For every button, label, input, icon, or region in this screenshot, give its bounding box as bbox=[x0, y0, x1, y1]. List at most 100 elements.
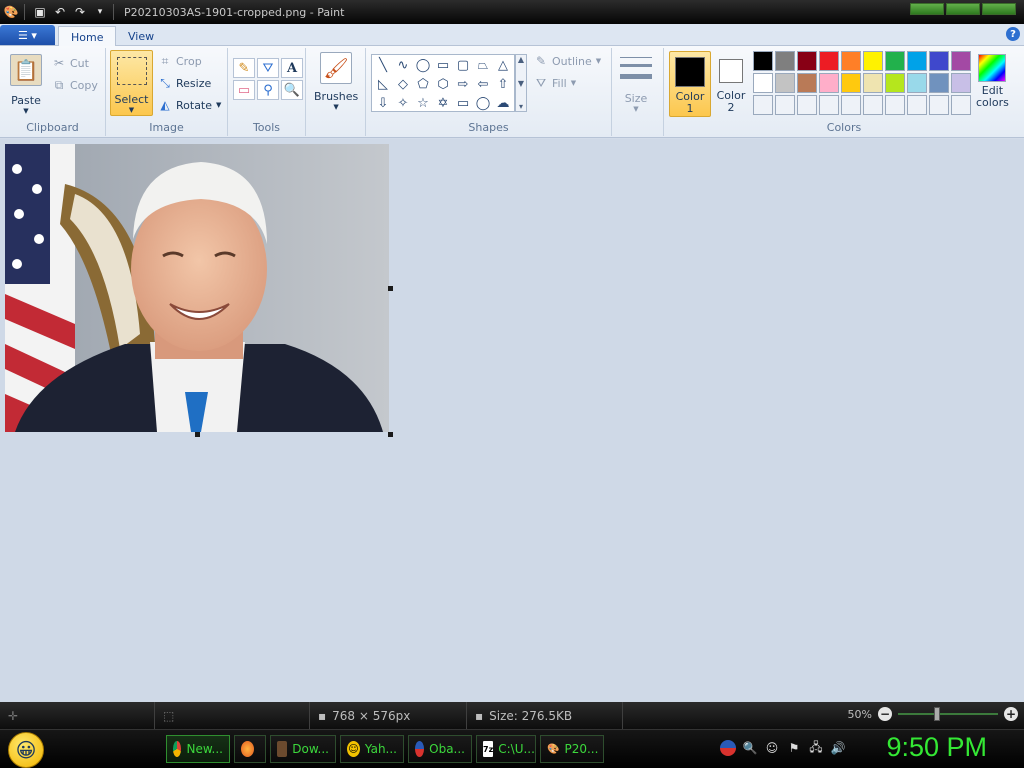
palette-empty-swatch[interactable] bbox=[951, 95, 971, 115]
palette-color-swatch[interactable] bbox=[797, 73, 817, 93]
resize-handle-corner[interactable] bbox=[388, 432, 393, 437]
copy-button[interactable]: ⧉ Copy bbox=[52, 78, 98, 92]
taskbar-item-yahoo[interactable]: ☺ Yah... bbox=[340, 735, 404, 763]
pencil-icon[interactable]: ✎ bbox=[233, 58, 255, 78]
palette-color-swatch[interactable] bbox=[819, 73, 839, 93]
maximize-button[interactable] bbox=[946, 3, 980, 15]
shapes-scrollbar[interactable]: ▲ ▼ ▾ bbox=[515, 54, 527, 112]
taskbar-item-firefox[interactable] bbox=[234, 735, 266, 763]
up-arrow-shape-icon[interactable]: ⇧ bbox=[493, 75, 513, 94]
size-button[interactable]: Size ▼ bbox=[620, 54, 652, 113]
color-picker-icon[interactable]: ⚲ bbox=[257, 80, 279, 100]
palette-empty-swatch[interactable] bbox=[753, 95, 773, 115]
crop-button[interactable]: ⌗ Crop bbox=[158, 54, 202, 68]
customize-quick-access-icon[interactable]: ▾ bbox=[91, 3, 109, 21]
taskbar-item-7zip[interactable]: 7z C:\U... bbox=[476, 735, 536, 763]
obama-tray-icon[interactable] bbox=[720, 740, 736, 756]
palette-empty-swatch[interactable] bbox=[863, 95, 883, 115]
magnifier-icon[interactable]: 🔍 bbox=[281, 80, 303, 100]
fill-button[interactable]: ⛛ Fill ▼ bbox=[534, 76, 576, 90]
tab-home[interactable]: Home bbox=[58, 26, 117, 47]
fill-bucket-icon[interactable]: ⛛ bbox=[257, 58, 279, 78]
clock[interactable]: 9:50 PM bbox=[886, 732, 987, 763]
palette-color-swatch[interactable] bbox=[907, 73, 927, 93]
cut-button[interactable]: ✂ Cut bbox=[52, 56, 89, 70]
palette-color-swatch[interactable] bbox=[951, 73, 971, 93]
canvas-image[interactable] bbox=[5, 144, 389, 432]
resize-handle-bottom[interactable] bbox=[195, 432, 200, 437]
zoom-out-button[interactable]: − bbox=[878, 707, 892, 721]
palette-color-swatch[interactable] bbox=[929, 51, 949, 71]
triangle-shape-icon[interactable]: △ bbox=[493, 56, 513, 75]
rectangle-shape-icon[interactable]: ▭ bbox=[433, 56, 453, 75]
rounded-callout-shape-icon[interactable]: ▭ bbox=[453, 94, 473, 113]
palette-empty-swatch[interactable] bbox=[797, 95, 817, 115]
palette-empty-swatch[interactable] bbox=[819, 95, 839, 115]
right-triangle-shape-icon[interactable]: ◺ bbox=[373, 75, 393, 94]
palette-color-swatch[interactable] bbox=[841, 73, 861, 93]
oval-shape-icon[interactable]: ◯ bbox=[413, 56, 433, 75]
color2-button[interactable]: Color 2 bbox=[713, 51, 749, 117]
minimize-button[interactable] bbox=[910, 3, 944, 15]
palette-color-swatch[interactable] bbox=[753, 73, 773, 93]
taskbar-item-chrome[interactable]: New... bbox=[166, 735, 230, 763]
brushes-button[interactable]: 🖌 Brushes ▼ bbox=[314, 52, 358, 111]
line-shape-icon[interactable]: ╲ bbox=[373, 56, 393, 75]
palette-color-swatch[interactable] bbox=[775, 51, 795, 71]
pentagon-shape-icon[interactable]: ⬠ bbox=[413, 75, 433, 94]
palette-color-swatch[interactable] bbox=[775, 73, 795, 93]
resize-button[interactable]: ⤡ Resize bbox=[158, 76, 211, 90]
palette-empty-swatch[interactable] bbox=[929, 95, 949, 115]
palette-color-swatch[interactable] bbox=[841, 51, 861, 71]
cloud-callout-shape-icon[interactable]: ☁ bbox=[493, 94, 513, 113]
resize-handle-right[interactable] bbox=[388, 286, 393, 291]
rounded-rectangle-shape-icon[interactable]: ▢ bbox=[453, 56, 473, 75]
palette-color-swatch[interactable] bbox=[863, 73, 883, 93]
palette-empty-swatch[interactable] bbox=[885, 95, 905, 115]
six-point-star-shape-icon[interactable]: ✡ bbox=[433, 94, 453, 113]
down-arrow-shape-icon[interactable]: ⇩ bbox=[373, 94, 393, 113]
palette-color-swatch[interactable] bbox=[885, 73, 905, 93]
undo-icon[interactable]: ↶ bbox=[51, 3, 69, 21]
start-button[interactable]: 😀 bbox=[8, 732, 44, 768]
palette-empty-swatch[interactable] bbox=[775, 95, 795, 115]
volume-icon[interactable]: 🔊 bbox=[830, 740, 846, 756]
close-button[interactable] bbox=[982, 3, 1016, 15]
rotate-button[interactable]: ◭ Rotate ▼ bbox=[158, 98, 221, 112]
palette-empty-swatch[interactable] bbox=[907, 95, 927, 115]
save-icon[interactable]: ▣ bbox=[31, 3, 49, 21]
taskbar-item-downloads[interactable]: Dow... bbox=[270, 735, 336, 763]
help-icon[interactable]: ? bbox=[1006, 27, 1020, 41]
network-icon[interactable]: 🖧 bbox=[808, 740, 824, 756]
paste-button[interactable]: 📋 Paste ▼ bbox=[10, 54, 42, 115]
diamond-shape-icon[interactable]: ◇ bbox=[393, 75, 413, 94]
palette-color-swatch[interactable] bbox=[907, 51, 927, 71]
zoom-slider-thumb[interactable] bbox=[934, 707, 940, 721]
paint-menu-button[interactable]: ☰ ▾ bbox=[0, 25, 55, 45]
palette-color-swatch[interactable] bbox=[797, 51, 817, 71]
zoom-slider[interactable] bbox=[898, 707, 998, 721]
right-arrow-shape-icon[interactable]: ⇨ bbox=[453, 75, 473, 94]
paint-app-icon[interactable]: 🎨 bbox=[2, 3, 20, 21]
palette-color-swatch[interactable] bbox=[951, 51, 971, 71]
polygon-shape-icon[interactable]: ⏢ bbox=[473, 56, 493, 75]
text-tool-icon[interactable]: A bbox=[281, 58, 303, 78]
taskbar-item-paint[interactable]: 🎨 P20... bbox=[540, 735, 604, 763]
palette-color-swatch[interactable] bbox=[863, 51, 883, 71]
tab-view[interactable]: View bbox=[116, 26, 166, 47]
four-point-star-shape-icon[interactable]: ✧ bbox=[393, 94, 413, 113]
expand-gallery-icon[interactable]: ▾ bbox=[519, 102, 523, 111]
canvas-area[interactable] bbox=[0, 139, 1024, 702]
taskbar-item-obama[interactable]: Oba... bbox=[408, 735, 472, 763]
color1-button[interactable]: Color 1 bbox=[669, 51, 711, 117]
edit-colors-button[interactable]: Edit colors bbox=[976, 54, 1009, 109]
five-point-star-shape-icon[interactable]: ☆ bbox=[413, 94, 433, 113]
palette-color-swatch[interactable] bbox=[819, 51, 839, 71]
remove-hardware-icon[interactable]: ⚑ bbox=[786, 740, 802, 756]
scroll-down-icon[interactable]: ▼ bbox=[518, 79, 524, 88]
messenger-icon[interactable]: ☺ bbox=[764, 740, 780, 756]
outline-button[interactable]: ✎ Outline ▼ bbox=[534, 54, 601, 68]
oval-callout-shape-icon[interactable]: ◯ bbox=[473, 94, 493, 113]
curve-shape-icon[interactable]: ∿ bbox=[393, 56, 413, 75]
palette-color-swatch[interactable] bbox=[929, 73, 949, 93]
